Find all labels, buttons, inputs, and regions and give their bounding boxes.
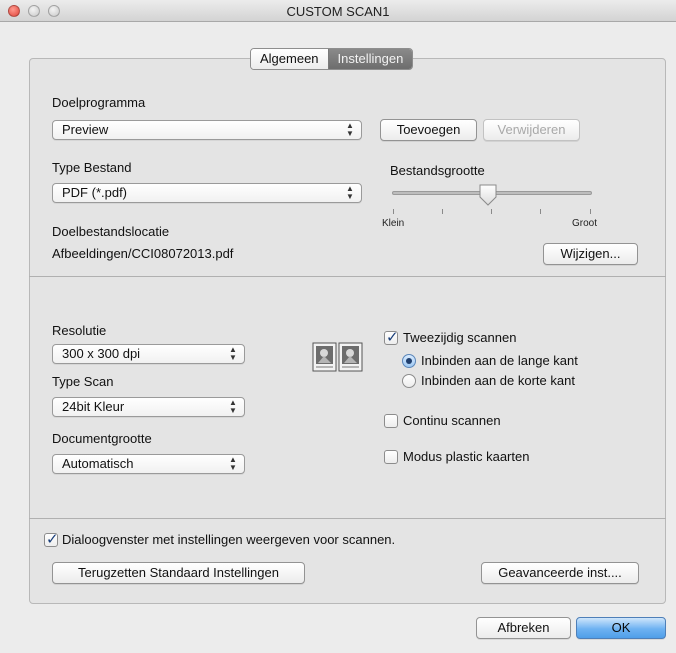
continuous-label: Continu scannen <box>403 413 501 428</box>
plastic-card-checkbox[interactable] <box>384 450 398 464</box>
scantype-value: 24bit Kleur <box>62 399 125 414</box>
scantype-label: Type Scan <box>52 374 114 389</box>
resolution-value: 300 x 300 dpi <box>62 346 141 361</box>
filesize-max-label: Groot <box>572 218 598 229</box>
tab-algemeen[interactable]: Algemeen <box>251 49 328 69</box>
show-dialog-checkbox[interactable]: ✓ <box>44 531 59 548</box>
docsize-label: Documentgrootte <box>52 431 152 446</box>
filesize-slider-knob[interactable] <box>478 184 498 206</box>
plastic-card-label: Modus plastic kaarten <box>403 449 530 464</box>
advanced-settings-button[interactable]: Geavanceerde inst.... <box>481 562 639 584</box>
docsize-select[interactable]: Automatisch ▲ ▼ <box>52 454 245 474</box>
slider-tick <box>393 209 394 214</box>
add-app-button[interactable]: Toevoegen <box>380 119 477 141</box>
change-location-button[interactable]: Wijzigen... <box>543 243 638 265</box>
resolution-select[interactable]: 300 x 300 dpi ▲ ▼ <box>52 344 245 364</box>
target-app-label: Doelprogramma <box>52 95 146 110</box>
tab-instellingen[interactable]: Instellingen <box>327 49 413 69</box>
remove-app-button[interactable]: Verwijderen <box>483 119 580 141</box>
show-dialog-label: Dialoogvenster met instellingen weergeve… <box>62 532 396 547</box>
duplex-label: Tweezijdig scannen <box>403 330 517 345</box>
cancel-button[interactable]: Afbreken <box>476 617 571 639</box>
slider-tick <box>540 209 541 214</box>
popup-arrows-icon: ▲ ▼ <box>346 184 354 201</box>
duplex-checkbox[interactable]: ✓ <box>384 329 399 346</box>
slider-tick <box>491 209 492 214</box>
reset-defaults-button[interactable]: Terugzetten Standaard Instellingen <box>52 562 305 584</box>
slider-tick <box>590 209 591 214</box>
target-app-value: Preview <box>62 122 109 137</box>
popup-arrows-icon: ▲ ▼ <box>229 455 237 472</box>
radio-dot-icon <box>406 358 412 364</box>
popup-arrows-icon: ▲ ▼ <box>346 121 354 138</box>
continuous-checkbox[interactable] <box>384 414 398 428</box>
checkmark-icon: ✓ <box>386 329 399 346</box>
resolution-label: Resolutie <box>52 323 107 338</box>
filetype-value: PDF (*.pdf) <box>62 185 128 200</box>
scantype-select[interactable]: 24bit Kleur ▲ ▼ <box>52 397 245 417</box>
checkmark-icon: ✓ <box>46 531 59 548</box>
section-divider <box>29 276 666 277</box>
long-edge-radio[interactable] <box>402 354 416 368</box>
ok-button[interactable]: OK <box>576 617 666 639</box>
section-divider <box>29 518 666 519</box>
filetype-select[interactable]: PDF (*.pdf) ▲ ▼ <box>52 183 362 203</box>
duplex-scan-icon <box>312 342 363 372</box>
title-bar: CUSTOM SCAN1 <box>0 0 676 22</box>
popup-arrows-icon: ▲ ▼ <box>229 398 237 415</box>
destination-path: Afbeeldingen/CCI08072013.pdf <box>52 246 234 261</box>
window-title: CUSTOM SCAN1 <box>286 4 390 19</box>
target-app-select[interactable]: Preview ▲ ▼ <box>52 120 362 140</box>
slider-tick <box>442 209 443 214</box>
popup-arrows-icon: ▲ ▼ <box>229 345 237 362</box>
short-edge-label: Inbinden aan de korte kant <box>421 373 575 388</box>
destination-label: Doelbestandslocatie <box>52 224 170 239</box>
docsize-value: Automatisch <box>62 456 134 471</box>
short-edge-radio[interactable] <box>402 374 416 388</box>
filetype-label: Type Bestand <box>52 160 132 175</box>
filesize-min-label: Klein <box>382 218 405 229</box>
filesize-label: Bestandsgrootte <box>390 163 485 178</box>
long-edge-label: Inbinden aan de lange kant <box>421 353 578 368</box>
tab-bar: Algemeen Instellingen <box>250 48 414 70</box>
